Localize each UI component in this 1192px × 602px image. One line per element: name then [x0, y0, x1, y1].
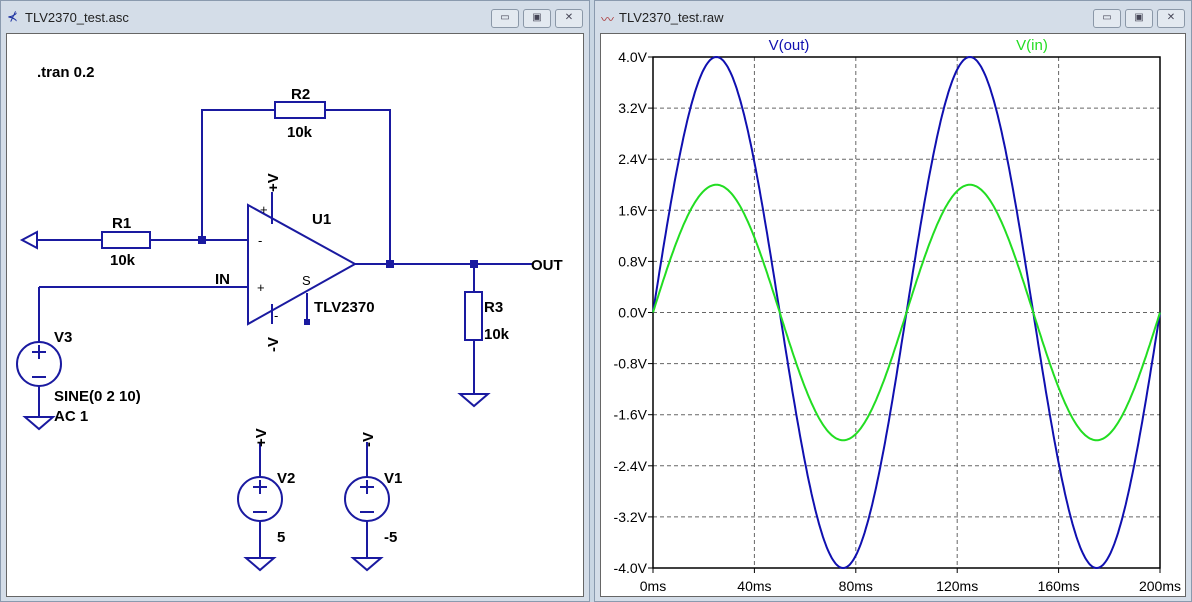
waveform-icon: 〰	[601, 12, 615, 27]
minimize-button[interactable]: ▭	[1093, 9, 1121, 28]
y-tick-label: -4.0V	[614, 560, 648, 576]
r2-value[interactable]: 10k	[287, 124, 313, 141]
y-tick-label: -0.8V	[614, 356, 648, 372]
y-tick-label: 1.6V	[618, 202, 647, 218]
y-tick-label: -3.2V	[614, 509, 648, 525]
minimize-button[interactable]: ▭	[491, 9, 519, 28]
window-title: TLV2370_test.asc	[25, 10, 129, 25]
y-tick-label: -2.4V	[614, 458, 648, 474]
r3-label[interactable]: R3	[484, 299, 503, 316]
schematic-icon: ⊀	[7, 9, 18, 24]
y-tick-label: 4.0V	[618, 49, 647, 65]
v1-label[interactable]: V1	[384, 470, 402, 487]
plot-window: 〰 TLV2370_test.raw ▭ ▣ ✕ 0ms 40ms 80ms 120ms 1…	[594, 0, 1192, 602]
u1-vminus-label[interactable]: -V	[265, 337, 282, 352]
x-tick-label: 80ms	[839, 578, 873, 594]
u1-label[interactable]: U1	[312, 211, 331, 228]
waveform-plot[interactable]: 0ms 40ms 80ms 120ms 160ms 200ms 4.0V 3.2V 2.4V 1.…	[601, 34, 1187, 598]
y-tick-label: 3.2V	[618, 100, 647, 116]
close-button[interactable]: ✕	[555, 9, 583, 28]
v1-value[interactable]: -5	[384, 529, 397, 546]
x-tick-label: 160ms	[1038, 578, 1080, 594]
schematic-titlebar[interactable]: ⊀ TLV2370_test.asc ▭ ▣ ✕	[1, 1, 589, 33]
net-label-out[interactable]: OUT	[531, 257, 563, 274]
v3-ac[interactable]: AC 1	[54, 408, 88, 425]
v1-net-label[interactable]: -V	[360, 432, 377, 447]
x-tick-label: 40ms	[737, 578, 771, 594]
net-label-in[interactable]: IN	[215, 271, 230, 288]
schematic-window: ⊀ TLV2370_test.asc ▭ ▣ ✕ .tran 0.2 R1 10k …	[0, 0, 590, 602]
v2-label[interactable]: V2	[277, 470, 295, 487]
svg-text:+: +	[260, 202, 268, 217]
maximize-button[interactable]: ▣	[1125, 9, 1153, 28]
y-tick-label: 0.8V	[618, 253, 647, 269]
r2-label[interactable]: R2	[291, 86, 310, 103]
y-tick-label: -1.6V	[614, 407, 648, 423]
tran-directive[interactable]: .tran 0.2	[37, 64, 95, 81]
u1-model[interactable]: TLV2370	[314, 299, 375, 316]
x-tick-label: 120ms	[936, 578, 978, 594]
svg-text:-: -	[258, 233, 262, 248]
v2-net-label[interactable]: +V	[253, 428, 270, 447]
v3-label[interactable]: V3	[54, 329, 72, 346]
y-tick-label: 2.4V	[618, 151, 647, 167]
x-tick-label: 0ms	[640, 578, 666, 594]
plot-titlebar[interactable]: 〰 TLV2370_test.raw ▭ ▣ ✕	[595, 1, 1191, 33]
legend-vout[interactable]: V(out)	[769, 37, 810, 54]
schematic-canvas[interactable]: .tran 0.2 R1 10k R2 10k R3 10k U1 TLV237…	[6, 33, 584, 597]
y-tick-label: 0.0V	[618, 305, 647, 321]
v2-value[interactable]: 5	[277, 529, 285, 546]
x-tick-label: 200ms	[1139, 578, 1181, 594]
window-title: TLV2370_test.raw	[619, 10, 724, 25]
plot-pane[interactable]: 0ms 40ms 80ms 120ms 160ms 200ms 4.0V 3.2V 2.4V 1.…	[600, 33, 1186, 597]
maximize-button[interactable]: ▣	[523, 9, 551, 28]
r1-label[interactable]: R1	[112, 215, 131, 232]
v3-value[interactable]: SINE(0 2 10)	[54, 388, 141, 405]
r3-value[interactable]: 10k	[484, 326, 510, 343]
r1-value[interactable]: 10k	[110, 252, 136, 269]
shutdown-pin-label: S	[302, 273, 311, 288]
close-button[interactable]: ✕	[1157, 9, 1185, 28]
legend-vin[interactable]: V(in)	[1016, 37, 1048, 54]
u1-vplus-label[interactable]: +V	[265, 173, 282, 192]
svg-text:+: +	[257, 280, 265, 295]
svg-text:-: -	[274, 308, 278, 323]
